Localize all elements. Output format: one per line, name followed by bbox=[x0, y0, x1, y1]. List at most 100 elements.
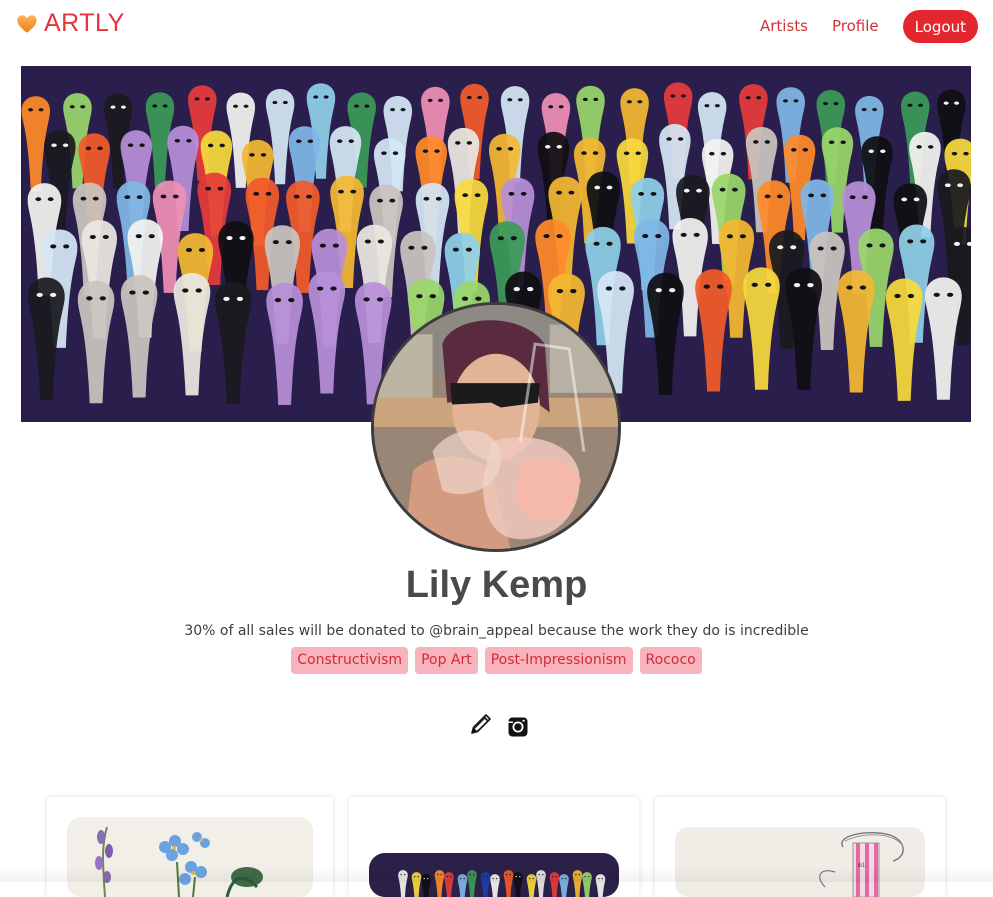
painted-eye bbox=[764, 282, 772, 287]
painted-eye bbox=[496, 147, 502, 151]
painted-eye bbox=[482, 876, 485, 878]
nav-links: Artists Profile Logout bbox=[760, 10, 978, 43]
painted-eye bbox=[282, 100, 288, 105]
profile-avatar bbox=[371, 302, 621, 552]
painted-eye bbox=[807, 283, 814, 288]
painted-eye bbox=[582, 97, 588, 102]
painted-eye bbox=[764, 194, 771, 199]
painted-eye bbox=[907, 103, 913, 107]
painted-eye bbox=[913, 197, 920, 202]
painted-eye bbox=[162, 104, 168, 108]
painted-eye bbox=[198, 247, 206, 252]
painted-eye bbox=[556, 234, 563, 239]
artwork-card[interactable] bbox=[47, 797, 333, 897]
painted-eye bbox=[50, 244, 57, 249]
painted-eye bbox=[907, 239, 914, 244]
painted-eye bbox=[47, 197, 54, 202]
painted-eye bbox=[543, 234, 550, 239]
nav-link-artists[interactable]: Artists bbox=[760, 10, 808, 43]
painted-eye bbox=[97, 146, 103, 151]
painted-eye bbox=[509, 874, 512, 876]
painted-eye bbox=[717, 284, 724, 289]
painted-eye bbox=[495, 878, 498, 880]
painted-eye bbox=[551, 876, 554, 878]
painted-eye bbox=[438, 98, 444, 103]
painted-eye bbox=[696, 188, 702, 193]
painted-eye bbox=[880, 149, 886, 154]
painted-eye bbox=[124, 195, 131, 200]
painted-eye bbox=[474, 193, 481, 198]
painted-eye bbox=[953, 241, 960, 246]
painted-eye bbox=[313, 95, 319, 99]
painted-eye bbox=[507, 147, 514, 151]
painted-eye bbox=[99, 296, 106, 301]
painted-eye bbox=[323, 95, 329, 99]
logo-link[interactable]: ARTLY bbox=[16, 9, 125, 38]
painted-eye bbox=[739, 234, 746, 239]
painted-eye bbox=[497, 236, 504, 241]
painted-eye bbox=[139, 143, 145, 147]
painted-eye bbox=[416, 294, 423, 299]
painted-eye bbox=[745, 96, 751, 100]
painted-eye bbox=[236, 296, 244, 301]
heart-icon bbox=[17, 14, 37, 33]
artwork-thumbnail bbox=[369, 853, 619, 897]
painted-eye bbox=[642, 234, 649, 239]
painted-eye bbox=[363, 297, 370, 302]
avatar-photo bbox=[374, 305, 618, 549]
painted-eye bbox=[288, 297, 295, 303]
tag-constructivism[interactable]: Constructivism bbox=[291, 647, 409, 674]
artwork-card[interactable] bbox=[349, 797, 639, 897]
painted-eye bbox=[638, 191, 645, 196]
painted-eye bbox=[513, 287, 520, 292]
painted-eye bbox=[655, 234, 662, 239]
painted-eye bbox=[260, 153, 267, 157]
painted-eye bbox=[462, 193, 469, 198]
artwork-card[interactable]: mi bbox=[655, 797, 945, 897]
painted-eye bbox=[69, 105, 75, 109]
painted-eye bbox=[666, 137, 672, 141]
painted-eye bbox=[62, 143, 69, 148]
painted-eye bbox=[182, 288, 189, 293]
tag-post-impressionism[interactable]: Post-Impressionism bbox=[484, 647, 633, 674]
painted-eye bbox=[556, 144, 562, 149]
painted-eye bbox=[129, 290, 136, 295]
painted-eye bbox=[951, 151, 958, 156]
painted-eye bbox=[249, 153, 255, 157]
painted-eye bbox=[918, 103, 923, 107]
instagram-icon[interactable] bbox=[506, 712, 530, 738]
painted-eye bbox=[89, 234, 96, 240]
painted-eye bbox=[148, 234, 155, 239]
painted-eye bbox=[226, 236, 233, 241]
painted-eye bbox=[446, 876, 449, 878]
painted-eye bbox=[933, 292, 940, 297]
logout-button[interactable]: Logout bbox=[902, 10, 978, 43]
painted-eye bbox=[217, 186, 224, 191]
tag-rococo[interactable]: Rococo bbox=[639, 647, 702, 674]
painted-eye bbox=[296, 139, 302, 144]
painted-eye bbox=[336, 139, 343, 143]
painted-eye bbox=[253, 191, 260, 196]
painted-eye bbox=[80, 105, 86, 109]
painted-eye bbox=[677, 137, 684, 141]
painted-eye bbox=[670, 94, 676, 98]
painted-eye bbox=[466, 95, 472, 100]
painted-eye bbox=[92, 196, 99, 201]
painted-eye bbox=[417, 876, 420, 878]
painted-eye bbox=[205, 97, 210, 101]
painted-eye bbox=[377, 198, 383, 203]
nav-link-profile[interactable]: Profile bbox=[832, 10, 879, 43]
painted-eye bbox=[452, 247, 459, 252]
painted-eye bbox=[80, 196, 87, 201]
painted-eye bbox=[517, 98, 523, 102]
painted-eye bbox=[901, 197, 908, 202]
painted-eye bbox=[319, 243, 326, 248]
painted-eye bbox=[574, 874, 577, 876]
painted-eye bbox=[920, 239, 927, 244]
painted-eye bbox=[764, 140, 771, 144]
painted-eye bbox=[364, 104, 370, 108]
painted-eye bbox=[205, 186, 212, 191]
pencil-icon[interactable] bbox=[468, 712, 492, 738]
tag-pop-art[interactable]: Pop Art bbox=[415, 647, 478, 674]
painted-eye bbox=[274, 297, 282, 303]
